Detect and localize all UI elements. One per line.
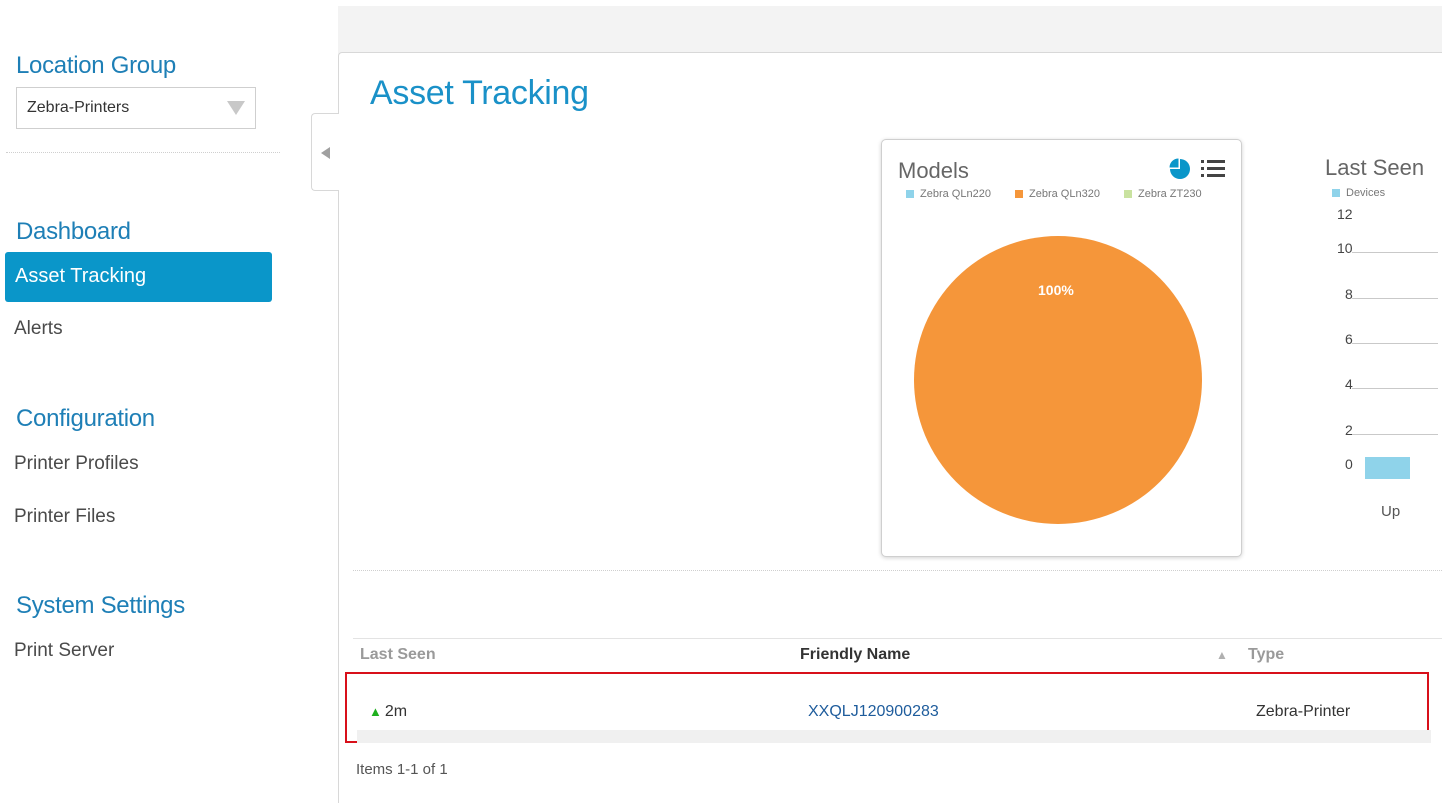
sidebar-item-printer-profiles[interactable]: Printer Profiles bbox=[14, 453, 139, 475]
column-header-last-seen[interactable]: Last Seen bbox=[360, 646, 436, 664]
grid-line bbox=[1352, 252, 1438, 253]
y-tick-label: 8 bbox=[1345, 286, 1353, 302]
models-widget: Models Zebra QLn220 Zebra QLn320 Zebra Z… bbox=[881, 139, 1242, 557]
last-seen-widget-title: Last Seen bbox=[1325, 155, 1425, 180]
dropdown-caret-icon bbox=[227, 101, 245, 115]
app-page: Location Group Zebra-Printers Dashboard … bbox=[0, 0, 1442, 803]
column-header-type[interactable]: Type bbox=[1248, 646, 1284, 664]
y-tick-label: 0 bbox=[1345, 456, 1353, 472]
bar-up-devices[interactable] bbox=[1365, 457, 1410, 479]
legend-swatch bbox=[906, 190, 914, 199]
sidebar-item-alerts[interactable]: Alerts bbox=[14, 318, 63, 340]
y-tick-label: 4 bbox=[1345, 376, 1353, 392]
legend-label: Zebra QLn320 bbox=[1029, 188, 1100, 200]
up-arrow-icon: ▲ bbox=[369, 704, 382, 719]
y-tick-label: 2 bbox=[1345, 422, 1353, 438]
list-icon[interactable] bbox=[1201, 159, 1225, 179]
sort-asc-icon[interactable]: ▲ bbox=[1216, 648, 1228, 662]
column-header-friendly-name[interactable]: Friendly Name bbox=[800, 646, 910, 664]
pagination-info: Items 1-1 of 1 bbox=[356, 761, 448, 778]
x-category-label: Up bbox=[1381, 503, 1401, 520]
y-tick-label: 10 bbox=[1337, 240, 1353, 256]
models-widget-title: Models bbox=[898, 158, 969, 183]
sidebar-divider bbox=[6, 152, 280, 153]
sidebar-item-asset-tracking[interactable]: Asset Tracking bbox=[5, 252, 272, 302]
y-tick-label: 12 bbox=[1337, 206, 1353, 222]
configuration-section-title: Configuration bbox=[16, 405, 155, 432]
table-header: Last Seen Friendly Name ▲ Type bbox=[353, 638, 1442, 670]
legend-item[interactable]: Zebra ZT230 bbox=[1124, 188, 1202, 200]
collapse-arrow-icon bbox=[321, 147, 330, 159]
location-group-title: Location Group bbox=[16, 52, 176, 79]
legend-item[interactable]: Devices bbox=[1332, 187, 1385, 199]
grid-line bbox=[1352, 298, 1438, 299]
grid-line bbox=[1352, 434, 1438, 435]
legend-label: Devices bbox=[1346, 187, 1386, 199]
sidebar-item-printer-files[interactable]: Printer Files bbox=[14, 506, 115, 528]
models-pie-chart bbox=[914, 236, 1202, 524]
cell-last-seen: ▲ 2m bbox=[369, 703, 407, 721]
legend-swatch bbox=[1015, 190, 1023, 199]
legend-label: Zebra ZT230 bbox=[1138, 188, 1202, 200]
row-stripe bbox=[357, 730, 1431, 743]
legend-item[interactable]: Zebra QLn220 bbox=[906, 188, 991, 200]
pie-chart-icon[interactable] bbox=[1169, 158, 1191, 180]
sidebar-collapse-button[interactable] bbox=[311, 113, 339, 191]
sidebar-item-label: Asset Tracking bbox=[15, 265, 147, 287]
pie-slice-label: 100% bbox=[1038, 282, 1074, 298]
last-seen-value: 2m bbox=[384, 703, 408, 720]
cell-type: Zebra-Printer bbox=[1256, 703, 1351, 720]
content-divider bbox=[353, 570, 1442, 571]
pie-slice-zebra-qln320[interactable] bbox=[914, 236, 1202, 524]
table-row[interactable]: ▲ 2m XXQLJ120900283 Zebra-Printer bbox=[345, 672, 1431, 743]
legend-item[interactable]: Zebra QLn320 bbox=[1015, 188, 1100, 200]
system-settings-section-title: System Settings bbox=[16, 592, 185, 619]
location-group-value: Zebra-Printers bbox=[27, 99, 130, 116]
sidebar-item-print-server[interactable]: Print Server bbox=[14, 640, 114, 662]
dashboard-section-title: Dashboard bbox=[16, 218, 131, 245]
grid-line bbox=[1352, 388, 1438, 389]
location-group-select[interactable]: Zebra-Printers bbox=[16, 87, 256, 129]
legend-swatch bbox=[1332, 189, 1340, 198]
y-tick-label: 6 bbox=[1345, 331, 1353, 347]
cell-friendly-name[interactable]: XXQLJ120900283 bbox=[808, 703, 939, 721]
page-title: Asset Tracking bbox=[370, 74, 589, 112]
legend-swatch bbox=[1124, 190, 1132, 199]
grid-line bbox=[1352, 343, 1438, 344]
legend-label: Zebra QLn220 bbox=[920, 188, 991, 200]
